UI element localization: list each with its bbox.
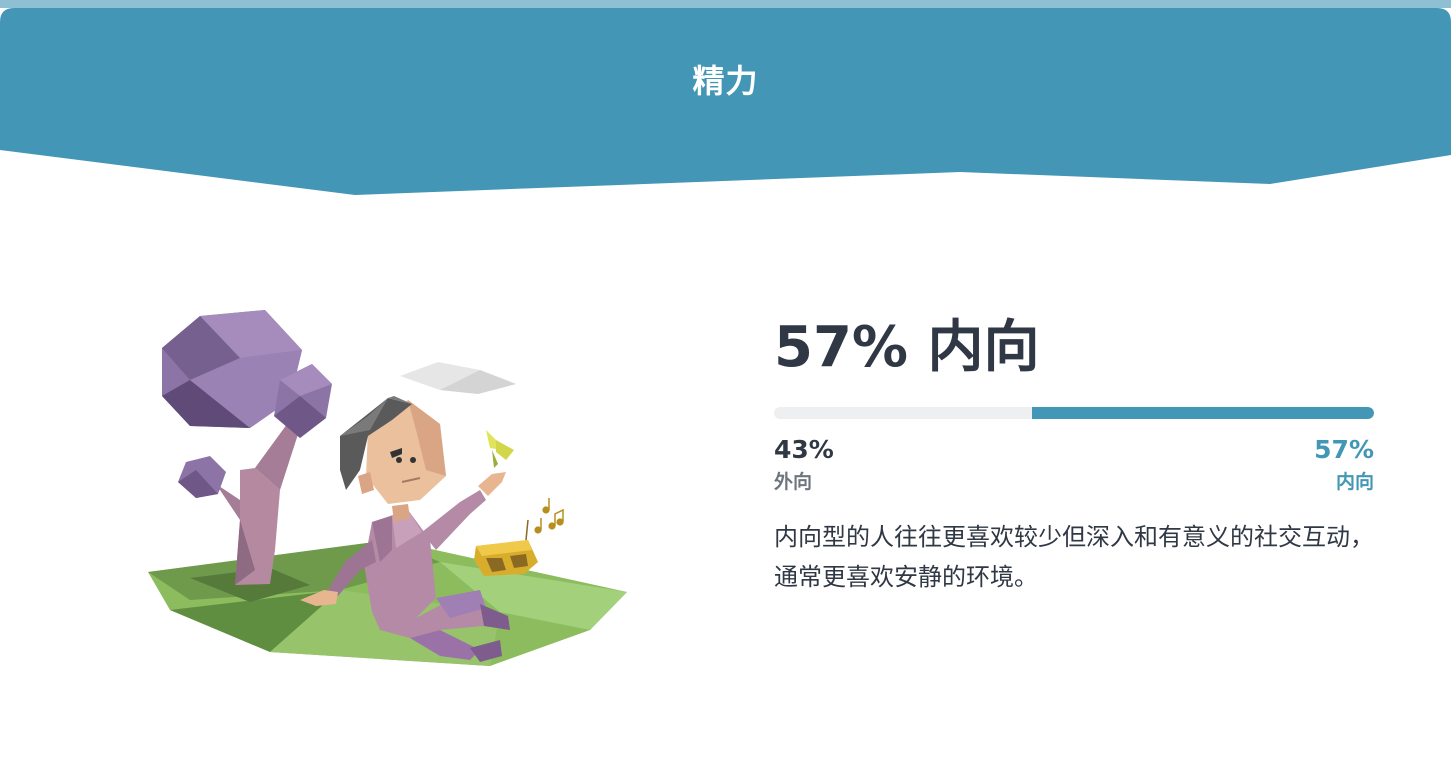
page: 精力 57% 内向 43% 外向 57% 内向 内向型的人往往更喜欢较少但深入和… [0, 0, 1451, 766]
introvert-person-illustration [140, 300, 640, 680]
introvert-bar-fill [1032, 407, 1374, 419]
introvert-percent: 57% [1314, 435, 1374, 464]
trait-description: 内向型的人往往更喜欢较少但深入和有意义的社交互动，通常更喜欢安静的环境。 [774, 523, 1374, 591]
result-headline: 57% 内向 [774, 315, 1040, 380]
trait-scale: 43% 外向 57% 内向 [774, 433, 1374, 497]
trait-progress-bar [774, 407, 1374, 419]
extravert-label: 外向 [774, 471, 813, 493]
extravert-percent: 43% [774, 435, 834, 464]
header-banner: 精力 [0, 0, 1451, 200]
result-panel: 57% 内向 43% 外向 57% 内向 内向型的人往往更喜欢较少但深入和有意义… [774, 310, 1374, 597]
extravert-scale-end: 43% 外向 [774, 433, 834, 495]
introvert-label: 内向 [1335, 471, 1374, 493]
page-title: 精力 [692, 62, 759, 100]
introvert-scale-end: 57% 内向 [1314, 433, 1374, 495]
